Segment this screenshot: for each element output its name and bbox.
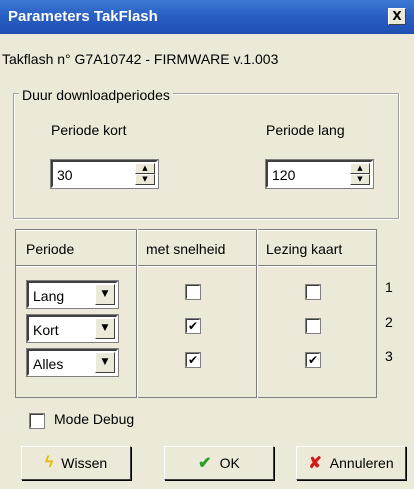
- lightning-icon: ϟ: [44, 454, 54, 471]
- window-title: Parameters TakFlash: [8, 8, 158, 25]
- chevron-down-icon[interactable]: ▼: [95, 352, 115, 373]
- header-periode: Periode: [26, 241, 75, 257]
- header-met-snelheid: met snelheid: [146, 241, 226, 257]
- wissen-label: Wissen: [61, 455, 108, 471]
- grid-line: [376, 229, 377, 398]
- annuleren-label: Annuleren: [329, 455, 394, 471]
- title-bar: Parameters TakFlash X: [0, 0, 414, 34]
- periode-select-row-1[interactable]: Lang ▼: [26, 280, 119, 309]
- download-periods-label: Duur downloadperiodes: [19, 87, 173, 103]
- periode-select-value: Kort: [33, 322, 59, 338]
- row-number: 2: [385, 314, 393, 330]
- ok-label: OK: [219, 455, 240, 471]
- grid-line: [15, 230, 377, 231]
- snelheid-checkbox-row-2[interactable]: ✔: [185, 318, 201, 334]
- periode-select-row-3[interactable]: Alles ▼: [26, 348, 119, 377]
- spinner-arrows: ▲ ▼: [135, 163, 155, 185]
- periode-lang-label: Periode lang: [266, 122, 345, 138]
- periode-kort-value: 30: [57, 167, 73, 183]
- row-number: 3: [385, 348, 393, 364]
- grid-line: [137, 229, 138, 398]
- header-lezing-kaart: Lezing kaart: [266, 241, 343, 257]
- periode-kort-spinner[interactable]: 30 ▲ ▼: [50, 159, 159, 189]
- mode-debug-label: Mode Debug: [54, 411, 135, 427]
- spin-down-icon[interactable]: ▼: [350, 174, 370, 185]
- snelheid-checkbox-row-3[interactable]: ✔: [185, 352, 201, 368]
- grid-line: [15, 266, 377, 267]
- spin-down-icon[interactable]: ▼: [135, 174, 155, 185]
- parameters-dialog: Parameters TakFlash X Takflash n° G7A107…: [0, 0, 414, 489]
- grid-line: [15, 397, 377, 398]
- download-periods-group: [13, 93, 399, 219]
- kaart-checkbox-row-2[interactable]: [305, 318, 321, 334]
- close-button[interactable]: X: [388, 8, 406, 25]
- chevron-down-icon[interactable]: ▼: [95, 318, 115, 339]
- grid-line: [257, 229, 258, 398]
- ok-button[interactable]: ✔ OK: [164, 446, 274, 480]
- kaart-checkbox-row-3[interactable]: ✔: [305, 352, 321, 368]
- kaart-checkbox-row-1[interactable]: [305, 284, 321, 300]
- periode-select-row-2[interactable]: Kort ▼: [26, 314, 119, 343]
- periode-kort-label: Periode kort: [51, 122, 127, 138]
- row-number: 1: [385, 279, 393, 295]
- spinner-arrows: ▲ ▼: [350, 163, 370, 185]
- periode-lang-spinner[interactable]: 120 ▲ ▼: [265, 159, 374, 189]
- grid-line: [15, 229, 16, 398]
- periode-select-value: Lang: [33, 288, 65, 304]
- snelheid-checkbox-row-1[interactable]: [185, 284, 201, 300]
- periode-lang-value: 120: [272, 167, 296, 183]
- spin-up-icon[interactable]: ▲: [350, 163, 370, 174]
- periode-select-value: Alles: [33, 356, 64, 372]
- cross-icon: ✘: [308, 455, 322, 472]
- mode-debug-checkbox[interactable]: [29, 413, 45, 429]
- checkmark-icon: ✔: [198, 455, 212, 472]
- chevron-down-icon[interactable]: ▼: [95, 284, 115, 305]
- device-info: Takflash n° G7A10742 - FIRMWARE v.1.003: [2, 51, 279, 67]
- annuleren-button[interactable]: ✘ Annuleren: [296, 446, 406, 480]
- wissen-button[interactable]: ϟ Wissen: [21, 446, 131, 480]
- spin-up-icon[interactable]: ▲: [135, 163, 155, 174]
